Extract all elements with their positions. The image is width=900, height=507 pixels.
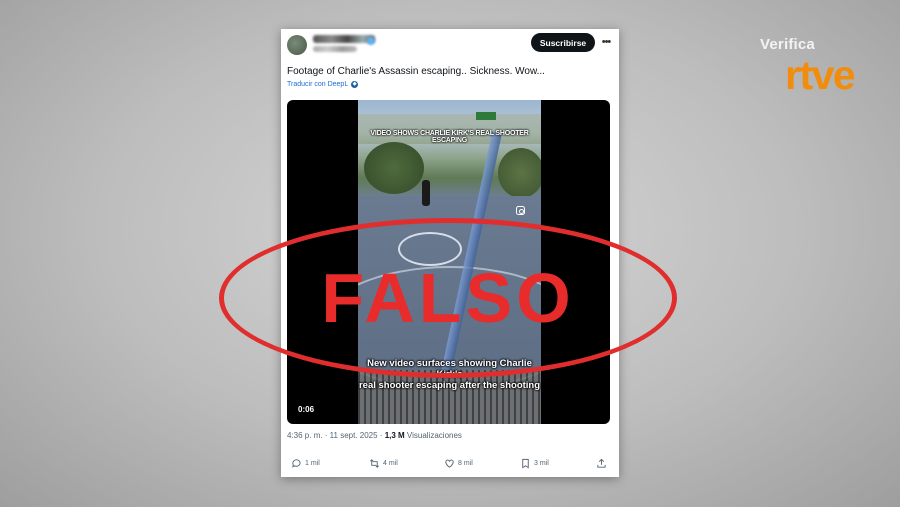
street-sign <box>476 112 496 120</box>
deepl-icon: ◆ <box>351 81 359 88</box>
reply-count: 1 mil <box>305 460 320 467</box>
translate-link[interactable]: Traducir con DeepL ◆ <box>287 81 359 88</box>
blurred-display-name <box>313 35 375 43</box>
avatar[interactable] <box>287 35 307 55</box>
reply-icon <box>292 459 301 468</box>
blurred-handle <box>313 46 357 52</box>
repost-icon <box>370 459 379 468</box>
subscribe-button[interactable]: Suscribirse <box>531 33 595 52</box>
reply-button[interactable]: 1 mil <box>291 458 320 469</box>
blurred-verified-icon <box>367 37 375 45</box>
tweet-timestamp[interactable]: 4:36 p. m. · 11 sept. 2025 · <box>287 431 385 440</box>
instagram-icon <box>516 206 525 215</box>
bookmark-count: 3 mil <box>534 460 549 467</box>
heart-icon <box>445 459 454 468</box>
tweet-text: Footage of Charlie's Assassin escaping..… <box>287 66 545 77</box>
bookmark-button[interactable]: 3 mil <box>520 458 549 469</box>
like-count: 8 mil <box>458 460 473 467</box>
tweet-meta: 4:36 p. m. · 11 sept. 2025 · 1,3 M Visua… <box>287 431 462 440</box>
repost-count: 4 mil <box>383 460 398 467</box>
caption-line: real shooter escaping after the shooting <box>358 380 541 391</box>
tree <box>364 142 424 194</box>
more-dots-icon[interactable]: ••• <box>599 35 613 49</box>
like-button[interactable]: 8 mil <box>444 458 473 469</box>
views-label: Visualizaciones <box>404 431 462 440</box>
running-figure <box>422 180 430 206</box>
translate-label: Traducir con DeepL <box>287 81 349 88</box>
repost-button[interactable]: 4 mil <box>369 458 398 469</box>
rtve-logo: rtve <box>785 52 856 98</box>
video-timecode: 0:06 <box>298 405 315 414</box>
action-bar: 1 mil 4 mil 8 mil 3 mil <box>289 458 611 470</box>
tree <box>498 148 541 198</box>
video-caption-top: Video shows Charlie Kirk's real shooter … <box>370 130 529 144</box>
falso-stamp-text: FALSO <box>321 259 575 337</box>
bookmark-icon <box>522 458 529 469</box>
share-button[interactable] <box>596 458 607 469</box>
views-count: 1,3 M <box>384 431 405 440</box>
share-icon <box>597 458 606 468</box>
